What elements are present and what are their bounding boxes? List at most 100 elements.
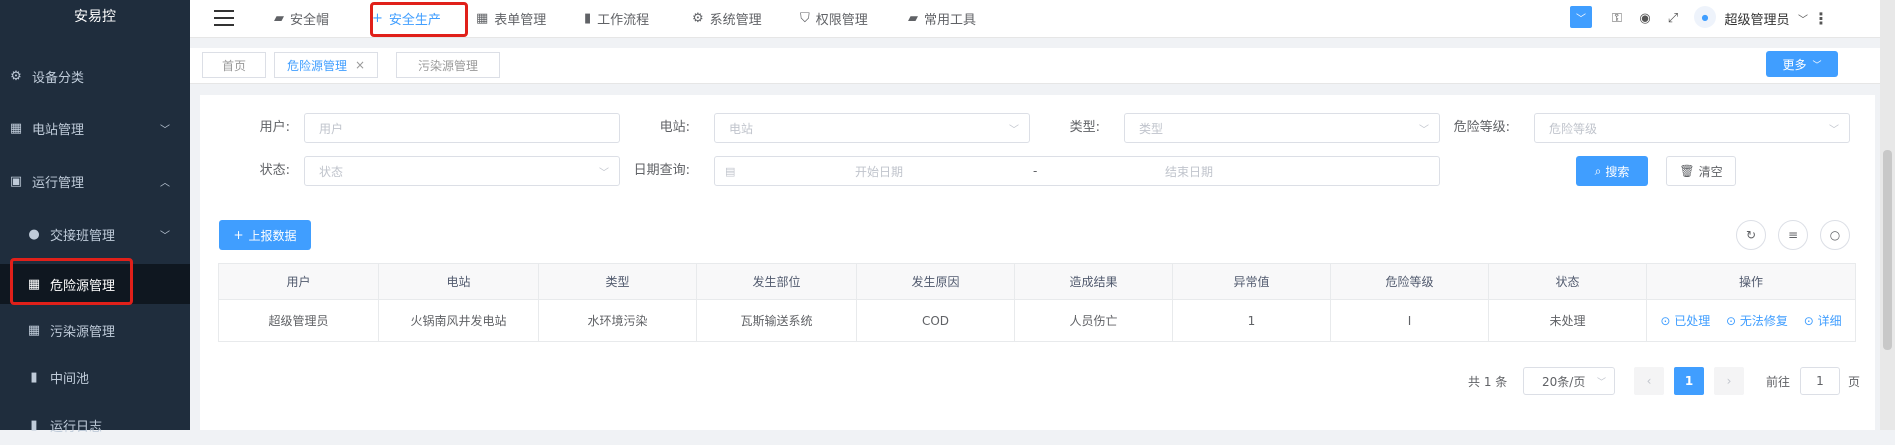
topnav-item-label: 系统管理 [709,12,762,28]
topnav-item-label: 表单管理 [494,12,547,28]
table-header-cell: 发生原因 [856,263,1015,300]
level-filter-label: 危险等级: [1453,120,1510,135]
date-range-picker[interactable]: ▤ 开始日期 - 结束日期 [714,156,1440,186]
user-input[interactable]: 用户 [304,113,620,143]
table-cell: I [1330,299,1489,342]
cannot-repair-link[interactable]: ⊙ 无法修复 [1726,314,1788,328]
topnav-item-label: 工作流程 [597,12,650,28]
table-ops-cell: ⊙ 已处理 ⊙ 无法修复 ⊙ 详细 [1646,299,1856,342]
chevron-down-icon: ﹀ [1596,377,1606,388]
type-filter-label: 类型: [1069,120,1100,135]
report-data-button[interactable]: + 上报数据 [219,220,311,250]
search-button-label: 搜索 [1605,164,1630,179]
more-vertical-icon[interactable]: ⋮ [1813,8,1829,28]
table-header-cell: 电站 [378,263,539,300]
app-logo: 安易控 [74,9,116,25]
table-cell: 超级管理员 [218,299,379,342]
mark-handled-link[interactable]: ⊙ 已处理 [1660,314,1710,328]
clear-button-label: 清空 [1698,164,1723,179]
sidebar-item-label: 交接班管理 [50,228,116,244]
station-select[interactable]: 电站 ﹀ [714,113,1030,143]
type-select[interactable]: 类型 ﹀ [1124,113,1440,143]
sidebar-item-hazard-management[interactable]: ▦ 危险源管理 [0,264,190,304]
status-select-placeholder: 状态 [319,164,344,179]
goto-label: 前往 [1766,374,1791,389]
search-toggle-icon[interactable]: ○ [1820,220,1850,250]
sidebar-item-label: 危险源管理 [50,278,116,294]
sidebar-item-operation-management[interactable]: ▣ 运行管理 ︿ [0,161,190,201]
refresh-icon[interactable]: ↻ [1736,220,1766,250]
columns-icon[interactable]: ≡ [1778,220,1808,250]
sidebar-item-operation-log[interactable]: ▮ 运行日志 [0,405,190,445]
topnav-item-system-management[interactable]: ⚙ 系统管理 [692,0,762,36]
page-number-button[interactable]: 1 [1674,367,1704,395]
table-cell: 人员伤亡 [1014,299,1173,342]
bar-icon: ▮ [30,417,38,433]
type-select-placeholder: 类型 [1139,121,1164,136]
sidebar-item-intermediate-pool[interactable]: ▮ 中间池 [0,357,190,397]
report-data-label: 上报数据 [248,228,297,243]
sidebar-item-shift-management[interactable]: ● 交接班管理 ﹀ [0,214,190,254]
next-page-button[interactable]: › [1714,367,1744,395]
tag-hazard-management[interactable]: 危险源管理 × [274,52,378,78]
table-cell: 未处理 [1488,299,1647,342]
lock-icon[interactable]: ⚿ [1608,8,1626,28]
table-cell: 水环境污染 [538,299,697,342]
page-size-label: 20条/页 [1542,374,1586,389]
plus-icon: + [233,228,244,242]
station-filter-label: 电站: [659,120,690,135]
table-cell: 1 [1172,299,1331,342]
dropdown-toggle-button[interactable]: ﹀ [1570,6,1592,28]
table-header-cell: 类型 [538,263,697,300]
end-date-placeholder: 结束日期 [1165,164,1214,179]
grid-icon: ▦ [476,10,489,26]
topnav-item-safety-production[interactable]: + 安全生产 [372,0,441,36]
sidebar-item-label: 中间池 [50,371,90,387]
table-header-cell: 危险等级 [1330,263,1489,300]
station-select-placeholder: 电站 [729,121,754,136]
eye-icon[interactable]: ◉ [1636,8,1654,28]
more-button[interactable]: 更多 ﹀ [1766,51,1838,77]
data-table: 用户 电站 类型 发生部位 发生原因 造成结果 异常值 危险等级 状态 操作 超… [218,263,1856,342]
search-icon: ⌕ [1594,163,1602,178]
clear-button[interactable]: 🗑 清空 [1666,156,1736,186]
shield-icon: ⛉ [800,10,810,26]
sidebar-item-device-category[interactable]: ⚙ 设备分类 [0,56,190,96]
scrollbar-thumb[interactable] [1883,150,1892,350]
page-size-select[interactable]: 20条/页 ﹀ [1523,367,1615,395]
goto-page-input[interactable]: 1 [1800,367,1840,395]
tag-label: 危险源管理 [286,58,347,73]
gear-icon: ⚙ [10,68,22,84]
window-scrollbar[interactable] [1880,0,1895,430]
gear-icon: ⚙ [692,10,704,26]
table-header-cell: 操作 [1646,263,1856,300]
tag-home[interactable]: 首页 [202,52,266,78]
topnav-item-common-tools[interactable]: ▰ 常用工具 [908,0,976,36]
tag-pollution-management[interactable]: 污染源管理 [396,52,500,78]
plus-icon: + [372,10,383,26]
fullscreen-icon[interactable]: ⤢ [1664,8,1682,28]
trash-icon: 🗑 [1679,164,1695,178]
info-icon: ⊙ [1803,314,1818,328]
detail-link[interactable]: ⊙ 详细 [1804,314,1842,328]
sidebar-item-pollution-management[interactable]: ▦ 污染源管理 [0,310,190,350]
level-select[interactable]: 危险等级 ﹀ [1534,113,1850,143]
username[interactable]: 超级管理员 [1722,8,1792,28]
sidebar-item-station-management[interactable]: ▦ 电站管理 ﹀ [0,108,190,148]
topnav-item-form-management[interactable]: ▦ 表单管理 [476,0,546,36]
chevron-down-icon: ﹀ [1812,60,1822,71]
topnav-item-permission-management[interactable]: ⛉ 权限管理 [800,0,868,36]
sidebar-item-label: 电站管理 [32,122,85,138]
status-select[interactable]: 状态 ﹀ [304,156,620,186]
close-icon[interactable]: × [355,58,365,72]
topnav-item-helmet[interactable]: ▰ 安全帽 [274,0,329,36]
topnav-item-workflow[interactable]: ▮ 工作流程 [584,0,649,36]
prev-page-button[interactable]: ‹ [1634,367,1664,395]
hamburger-icon[interactable] [214,10,234,26]
table-header-cell: 状态 [1488,263,1647,300]
goto-suffix: 页 [1848,374,1861,389]
search-button[interactable]: ⌕ 搜索 [1576,156,1648,186]
top-navbar: ▰ 安全帽 + 安全生产 ▦ 表单管理 ▮ 工作流程 ⚙ 系统管理 ⛉ 权限管理… [190,0,1880,38]
avatar[interactable]: ● [1694,6,1716,28]
chevron-down-icon[interactable]: ﹀ [1796,8,1810,28]
